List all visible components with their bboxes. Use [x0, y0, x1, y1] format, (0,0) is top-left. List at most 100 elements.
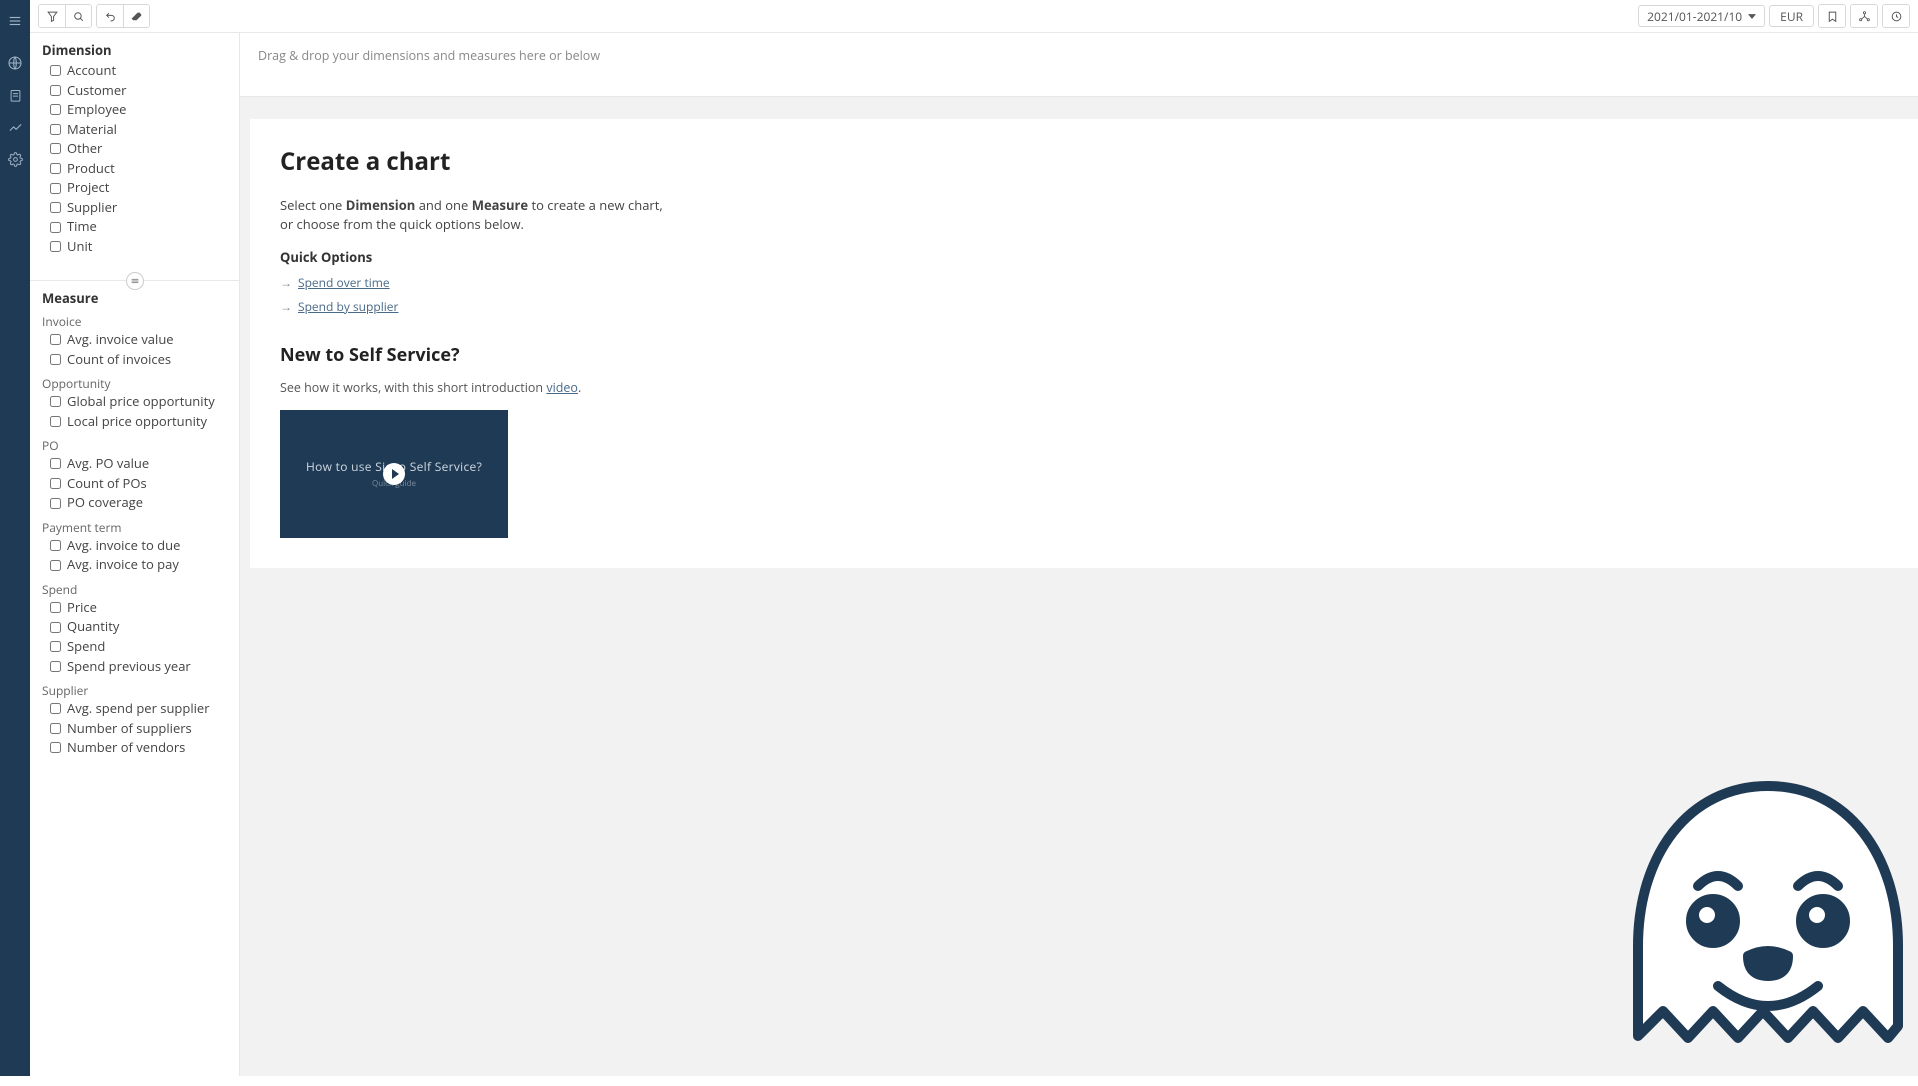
intro-video-link[interactable]: video	[546, 379, 578, 396]
video-thumbnail[interactable]: How to use Sievo Self Service? Quick gui…	[280, 410, 508, 538]
dropzone[interactable]: Drag & drop your dimensions and measures…	[240, 33, 1918, 97]
dimension-checkbox[interactable]	[50, 104, 61, 115]
toolbar: 2021/01-2021/10 EUR	[30, 0, 1918, 33]
measure-checkbox[interactable]	[50, 661, 61, 672]
measure-item[interactable]: Count of invoices	[42, 350, 227, 370]
dimension-item[interactable]: Product	[42, 159, 227, 179]
play-icon	[383, 463, 405, 485]
measure-item[interactable]: Global price opportunity	[42, 392, 227, 412]
measure-item[interactable]: Count of POs	[42, 474, 227, 494]
measure-item[interactable]: Avg. PO value	[42, 454, 227, 474]
measure-item[interactable]: Number of vendors	[42, 738, 227, 758]
quick-options-header: Quick Options	[280, 248, 1888, 266]
dimension-checkbox[interactable]	[50, 183, 61, 194]
measure-item[interactable]: Spend	[42, 637, 227, 657]
measure-label: Avg. invoice value	[67, 331, 174, 349]
measure-item[interactable]: Quantity	[42, 617, 227, 637]
dimension-checkbox[interactable]	[50, 241, 61, 252]
quick-link[interactable]: Spend by supplier	[298, 298, 398, 315]
measure-item[interactable]: Avg. invoice value	[42, 330, 227, 350]
dimension-checkbox[interactable]	[50, 124, 61, 135]
measure-item[interactable]: PO coverage	[42, 493, 227, 513]
measure-label: Number of vendors	[67, 739, 185, 757]
dimension-item[interactable]: Project	[42, 178, 227, 198]
measure-item[interactable]: Avg. invoice to due	[42, 536, 227, 556]
measure-label: Local price opportunity	[67, 413, 207, 431]
measure-label: Count of invoices	[67, 351, 171, 369]
dimension-item[interactable]: Other	[42, 139, 227, 159]
measure-checkbox[interactable]	[50, 703, 61, 714]
globe-icon[interactable]	[0, 48, 30, 78]
currency-selector[interactable]: EUR	[1769, 5, 1814, 27]
dimension-checkbox[interactable]	[50, 143, 61, 154]
dimension-item[interactable]: Supplier	[42, 198, 227, 218]
dimension-checkbox[interactable]	[50, 65, 61, 76]
search-button[interactable]	[65, 5, 91, 27]
settings-icon[interactable]	[0, 144, 30, 174]
share-button[interactable]	[1851, 5, 1877, 27]
menu-icon[interactable]	[0, 6, 30, 36]
date-range-selector[interactable]: 2021/01-2021/10	[1638, 5, 1765, 27]
dimension-checkbox[interactable]	[50, 202, 61, 213]
measure-checkbox[interactable]	[50, 498, 61, 509]
measure-checkbox[interactable]	[50, 416, 61, 427]
measure-label: Avg. PO value	[67, 455, 149, 473]
currency-value: EUR	[1780, 8, 1803, 25]
quick-link[interactable]: Spend over time	[298, 274, 390, 291]
measure-label: Count of POs	[67, 475, 147, 493]
dimension-label: Project	[67, 179, 109, 197]
dimension-item[interactable]: Material	[42, 120, 227, 140]
create-chart-card: Create a chart Select one Dimension and …	[250, 119, 1918, 568]
measure-checkbox[interactable]	[50, 622, 61, 633]
dimension-label: Account	[67, 62, 116, 80]
dimension-item[interactable]: Customer	[42, 81, 227, 101]
measure-checkbox[interactable]	[50, 540, 61, 551]
arrow-icon: →	[280, 298, 292, 315]
filter-button[interactable]	[39, 5, 65, 27]
dimension-checkbox[interactable]	[50, 85, 61, 96]
measure-checkbox[interactable]	[50, 602, 61, 613]
measure-item[interactable]: Avg. spend per supplier	[42, 699, 227, 719]
measure-checkbox[interactable]	[50, 723, 61, 734]
measure-checkbox[interactable]	[50, 354, 61, 365]
quick-link-row: →Spend over time	[280, 274, 1888, 291]
measure-label: Spend	[67, 638, 105, 656]
dimension-label: Unit	[67, 238, 92, 256]
measure-checkbox[interactable]	[50, 478, 61, 489]
measure-label: Spend previous year	[67, 658, 191, 676]
dimension-checkbox[interactable]	[50, 222, 61, 233]
dimension-item[interactable]: Account	[42, 61, 227, 81]
dimension-label: Other	[67, 140, 102, 158]
dimension-header: Dimension	[42, 41, 227, 59]
undo-button[interactable]	[97, 5, 123, 27]
eraser-button[interactable]	[123, 5, 149, 27]
dimension-label: Supplier	[67, 199, 117, 217]
measure-item[interactable]: Spend previous year	[42, 657, 227, 677]
trend-icon[interactable]	[0, 112, 30, 142]
bookmark-button[interactable]	[1819, 5, 1845, 27]
measure-label: Avg. invoice to due	[67, 537, 180, 555]
panel-divider-handle[interactable]	[126, 272, 144, 290]
measure-item[interactable]: Avg. invoice to pay	[42, 555, 227, 575]
measure-group-label: PO	[42, 437, 227, 454]
measure-item[interactable]: Local price opportunity	[42, 412, 227, 432]
dimension-item[interactable]: Unit	[42, 237, 227, 257]
measure-label: PO coverage	[67, 494, 143, 512]
measure-label: Avg. invoice to pay	[67, 556, 179, 574]
dimension-item[interactable]: Time	[42, 217, 227, 237]
dimension-checkbox[interactable]	[50, 163, 61, 174]
measure-item[interactable]: Price	[42, 598, 227, 618]
measure-group-label: Invoice	[42, 313, 227, 330]
measure-checkbox[interactable]	[50, 641, 61, 652]
measure-checkbox[interactable]	[50, 742, 61, 753]
measure-checkbox[interactable]	[50, 334, 61, 345]
measure-item[interactable]: Number of suppliers	[42, 719, 227, 739]
measure-checkbox[interactable]	[50, 560, 61, 571]
measure-checkbox[interactable]	[50, 396, 61, 407]
dimension-label: Product	[67, 160, 115, 178]
clipboard-icon[interactable]	[0, 80, 30, 110]
dimension-item[interactable]: Employee	[42, 100, 227, 120]
clock-button[interactable]	[1883, 5, 1909, 27]
quick-link-row: → Spend by supplier	[280, 298, 1888, 315]
measure-checkbox[interactable]	[50, 458, 61, 469]
